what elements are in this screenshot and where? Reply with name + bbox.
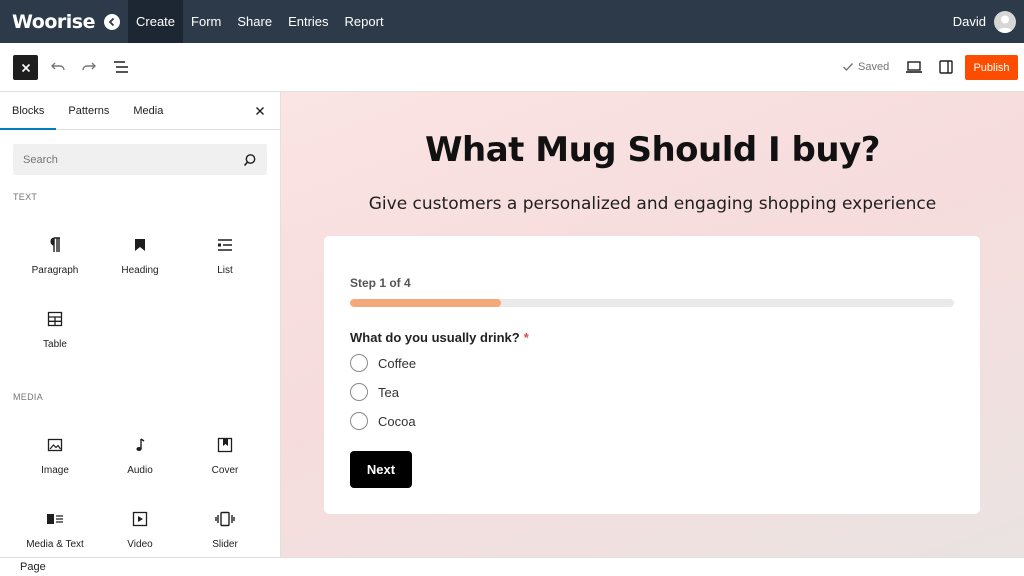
block-media-text[interactable]: Media & Text: [13, 499, 97, 559]
option-coffee[interactable]: Coffee: [350, 354, 416, 372]
saved-status: Saved: [842, 61, 889, 73]
inserter-tabs: Blocks Patterns Media: [0, 92, 280, 130]
nav-form[interactable]: Form: [183, 0, 229, 43]
block-label: Slider: [212, 539, 238, 550]
section-label-media: MEDIA: [13, 392, 44, 402]
block-label: Video: [127, 539, 153, 550]
section-label-text: TEXT: [13, 192, 38, 202]
option-label: Coffee: [378, 355, 417, 371]
radio-button[interactable]: [350, 412, 368, 430]
block-list[interactable]: List: [183, 225, 267, 285]
option-label: Cocoa: [378, 413, 416, 429]
close-icon: [21, 63, 30, 72]
nav-create[interactable]: Create: [128, 0, 184, 43]
settings-sidebar-toggle[interactable]: [936, 57, 956, 77]
block-label: Heading: [121, 265, 159, 276]
table-icon: [47, 311, 63, 327]
user-name: David: [952, 14, 986, 29]
required-mark: *: [523, 330, 529, 345]
nav-report[interactable]: Report: [337, 0, 392, 43]
paragraph-icon: [50, 237, 60, 252]
question-label: What do you usually drink? *: [350, 330, 529, 345]
cover-icon: [217, 437, 233, 453]
option-tea[interactable]: Tea: [350, 383, 399, 401]
user-avatar-icon: [997, 15, 1013, 33]
block-search: [13, 144, 267, 175]
top-nav: Woorise Create Form Share Entries Report…: [0, 0, 1024, 43]
block-label: Media & Text: [26, 539, 84, 550]
close-inserter-button[interactable]: [252, 103, 268, 119]
nav-share[interactable]: Share: [229, 0, 280, 43]
block-heading[interactable]: Heading: [98, 225, 182, 285]
chevron-left-icon: [108, 17, 115, 26]
block-slider[interactable]: Slider: [183, 499, 267, 559]
editor-canvas: What Mug Should I buy? Give customers a …: [281, 92, 1024, 557]
block-cover[interactable]: Cover: [183, 425, 267, 485]
option-label: Tea: [378, 384, 399, 400]
heading-icon: [135, 239, 145, 251]
editor-toolbar: Saved Publish: [0, 43, 1024, 92]
avatar: [994, 10, 1016, 33]
media-text-icon: [47, 514, 63, 524]
radio-button[interactable]: [350, 383, 368, 401]
radio-button[interactable]: [350, 354, 368, 372]
form-subtitle[interactable]: Give customers a personalized and engagi…: [281, 194, 1024, 214]
progress-bar: [350, 299, 954, 307]
preview-button[interactable]: [904, 57, 924, 77]
block-label: Paragraph: [31, 265, 79, 276]
block-label: Table: [43, 339, 67, 350]
video-icon: [132, 511, 148, 527]
form-title[interactable]: What Mug Should I buy?: [281, 130, 1024, 170]
laptop-icon: [906, 61, 922, 73]
block-video[interactable]: Video: [98, 499, 182, 559]
search-icon[interactable]: [243, 153, 257, 167]
nav-entries[interactable]: Entries: [280, 0, 336, 43]
close-icon: [256, 107, 264, 115]
back-button[interactable]: [104, 13, 120, 30]
user-menu[interactable]: David: [953, 0, 1016, 43]
block-paragraph[interactable]: Paragraph: [13, 225, 97, 285]
block-image[interactable]: Image: [13, 425, 97, 485]
option-cocoa[interactable]: Cocoa: [350, 412, 416, 430]
undo-icon: [51, 62, 65, 71]
sidebar-panel-icon: [939, 60, 953, 74]
tab-patterns[interactable]: Patterns: [56, 92, 121, 130]
undo-button[interactable]: [48, 57, 68, 77]
question-text: What do you usually drink?: [350, 330, 520, 345]
block-table[interactable]: Table: [13, 299, 97, 359]
saved-label: Saved: [858, 61, 890, 73]
tab-media[interactable]: Media: [121, 92, 175, 130]
block-label: List: [217, 265, 233, 276]
redo-button[interactable]: [79, 57, 99, 77]
woorise-logo[interactable]: Woorise: [12, 11, 95, 33]
document-outline-button[interactable]: [111, 57, 131, 77]
block-inserter-sidebar: Blocks Patterns Media TEXT Paragraph Hea…: [0, 92, 281, 557]
audio-icon: [136, 438, 145, 451]
block-label: Cover: [211, 465, 239, 476]
check-icon: [843, 63, 854, 72]
image-icon: [47, 438, 63, 452]
search-input[interactable]: [23, 153, 223, 166]
block-label: Audio: [127, 465, 153, 476]
list-view-icon: [114, 61, 128, 73]
next-button[interactable]: Next: [350, 451, 412, 488]
status-bar: Page: [0, 557, 1024, 576]
slider-icon: [215, 511, 235, 527]
redo-icon: [82, 62, 96, 71]
block-label: Image: [41, 465, 69, 476]
publish-button[interactable]: Publish: [965, 55, 1018, 80]
block-audio[interactable]: Audio: [98, 425, 182, 485]
tab-blocks[interactable]: Blocks: [0, 92, 56, 130]
progress-bar-fill: [350, 299, 501, 307]
list-icon: [218, 239, 232, 251]
breadcrumb-page[interactable]: Page: [20, 561, 46, 573]
step-indicator: Step 1 of 4: [350, 276, 411, 290]
close-editor-button[interactable]: [13, 55, 38, 80]
form-card: Step 1 of 4 What do you usually drink? * …: [324, 236, 980, 514]
